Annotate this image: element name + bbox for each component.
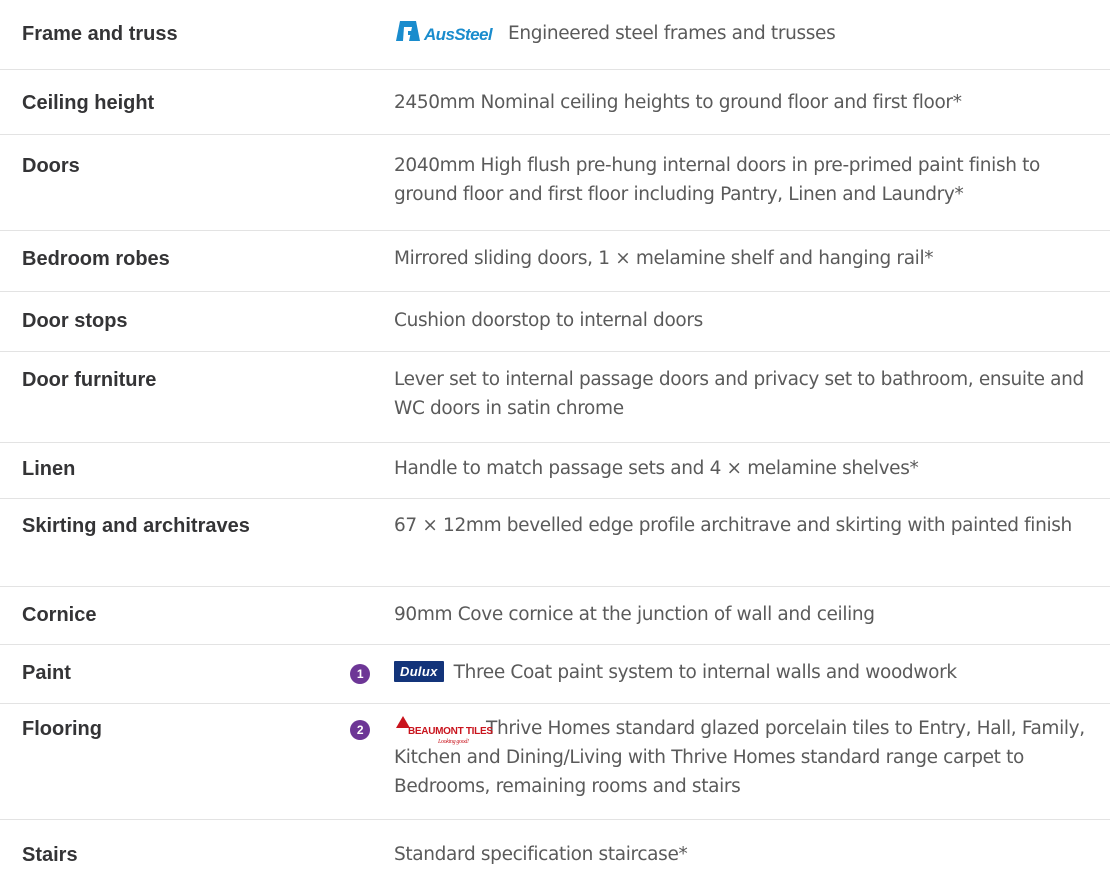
aussteel-logo: AusSteel xyxy=(394,19,498,44)
dulux-logo: Dulux xyxy=(394,660,444,682)
spec-value: Cushion doorstop to internal doors xyxy=(394,310,703,331)
spec-row-flooring: Flooring 2 BEAUMONT TILES Looking good! … xyxy=(0,704,1110,820)
spec-label: Frame and truss xyxy=(22,23,178,45)
spec-value: Lever set to internal passage doors and … xyxy=(394,369,1084,419)
specification-table: Frame and truss AusSteel Engineered stee… xyxy=(0,0,1110,889)
spec-row-linen: Linen Handle to match passage sets and 4… xyxy=(0,443,1110,499)
spec-row-cornice: Cornice 90mm Cove cornice at the junctio… xyxy=(0,587,1110,645)
spec-value: 67 × 12mm bevelled edge profile architra… xyxy=(394,515,1072,536)
spec-label: Door stops xyxy=(22,310,128,332)
spec-row-doors: Doors 2040mm High flush pre-hung interna… xyxy=(0,135,1110,231)
spec-label: Cornice xyxy=(22,604,97,626)
spec-value: Mirrored sliding doors, 1 × melamine she… xyxy=(394,248,934,269)
spec-label: Paint xyxy=(22,662,71,684)
spec-value: Standard specification staircase* xyxy=(394,844,688,865)
spec-label: Skirting and architraves xyxy=(22,515,250,537)
spec-label: Flooring xyxy=(22,718,102,740)
spec-value: 2 BEAUMONT TILES Looking good! Thrive Ho… xyxy=(350,714,1110,801)
spec-row-ceiling-height: Ceiling height 2450mm Nominal ceiling he… xyxy=(0,70,1110,135)
spec-row-paint: Paint 1 Dulux Three Coat paint system to … xyxy=(0,645,1110,704)
spec-value: 2450mm Nominal ceiling heights to ground… xyxy=(394,92,962,113)
spec-label: Stairs xyxy=(22,844,78,866)
spec-value: 1 Dulux Three Coat paint system to intern… xyxy=(350,658,1110,687)
spec-value: 2040mm High flush pre-hung internal door… xyxy=(394,155,1041,205)
spec-row-frame-and-truss: Frame and truss AusSteel Engineered stee… xyxy=(0,0,1110,70)
spec-value: AusSteel Engineered steel frames and tru… xyxy=(394,19,1110,48)
spec-row-skirting-and-architraves: Skirting and architraves 67 × 12mm bevel… xyxy=(0,499,1110,587)
spec-row-stairs: Stairs Standard specification staircase* xyxy=(0,820,1110,889)
spec-value: Handle to match passage sets and 4 × mel… xyxy=(394,458,919,479)
spec-label: Doors xyxy=(22,155,80,177)
spec-label: Door furniture xyxy=(22,369,157,391)
spec-label: Linen xyxy=(22,458,76,480)
beaumont-tiles-logo: BEAUMONT TILES Looking good! xyxy=(394,714,493,745)
spec-row-bedroom-robes: Bedroom robes Mirrored sliding doors, 1 … xyxy=(0,231,1110,292)
spec-row-door-furniture: Door furniture Lever set to internal pas… xyxy=(0,352,1110,443)
spec-label: Bedroom robes xyxy=(22,248,170,270)
spec-value: 90mm Cove cornice at the junction of wal… xyxy=(394,604,875,625)
spec-row-door-stops: Door stops Cushion doorstop to internal … xyxy=(0,292,1110,352)
spec-label: Ceiling height xyxy=(22,92,155,114)
footnote-badge: 1 xyxy=(350,664,370,684)
footnote-badge: 2 xyxy=(350,720,370,740)
